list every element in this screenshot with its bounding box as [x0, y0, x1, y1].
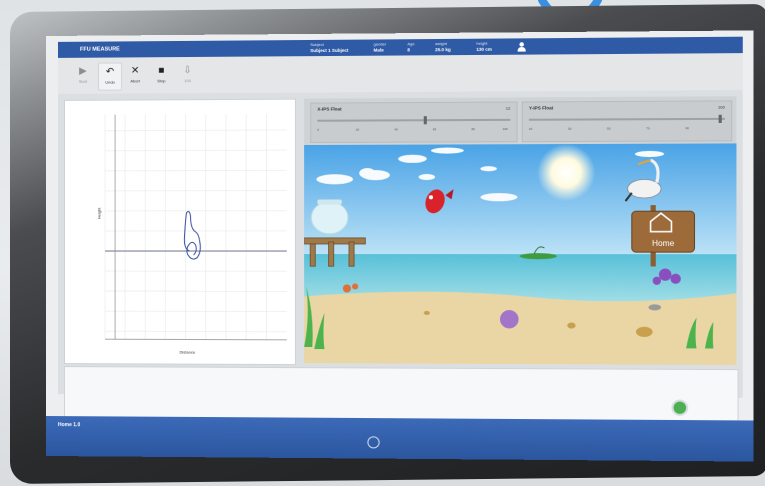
sun-icon: [537, 143, 596, 202]
monitor-screen: FFU MEASURE Subject Subject 1 Subject ge…: [46, 30, 754, 462]
stop-icon: ■: [158, 65, 165, 77]
x-float-track[interactable]: [317, 118, 511, 122]
y-float-ticks: 10 30 50 70 90: [528, 126, 689, 131]
info-height-value: 130 cm: [476, 46, 492, 52]
info-subject-label: Subject: [310, 41, 324, 48]
feedback-area: [63, 366, 739, 423]
x-axis-label: Distance: [179, 349, 196, 355]
graph-panel: Distance Height: [63, 98, 296, 366]
y-float-slider[interactable]: Y-IPS Float 100 10 30 50 70 90: [521, 100, 733, 143]
info-weight-label: weight: [435, 40, 447, 47]
close-icon: ✕: [130, 65, 140, 77]
x-float-title: X-IPS Float: [317, 106, 342, 112]
content-area: Distance Height X-IPS Float 12 0 20 40 6…: [57, 90, 743, 423]
y-float-title: Y-IPS Float: [528, 105, 554, 111]
info-gender-label: gender: [373, 41, 387, 47]
abort-button[interactable]: ✕ Abort: [124, 62, 146, 88]
extra-label: 100: [184, 78, 191, 84]
info-height: height 130 cm: [476, 41, 492, 53]
info-height-label: height: [476, 40, 488, 46]
game-scene: Home: [304, 143, 737, 365]
info-subject: Subject Subject 1 Subject: [310, 42, 348, 54]
go-button[interactable]: [671, 399, 689, 416]
trajectory-plot: [65, 100, 295, 364]
start-button[interactable]: ▶ Start: [72, 63, 94, 89]
home-button[interactable]: [367, 436, 380, 449]
stop-button[interactable]: ■ Stop: [150, 62, 172, 88]
undo-label: Undo: [105, 79, 115, 85]
y-float-value: 100: [717, 104, 725, 110]
status-bar: Home 1.0: [46, 399, 754, 462]
trajectory-line: [184, 211, 200, 259]
info-age-label: Age: [407, 41, 415, 47]
info-gender-value: Male: [373, 47, 384, 53]
x-float-ticks: 0 20 40 60 80 100: [317, 126, 508, 132]
info-gender: gender Male: [374, 41, 387, 53]
version-label: Home 1.0: [57, 422, 81, 429]
info-weight: weight 25.0 kg: [435, 41, 451, 53]
pin-icon: ⇩: [183, 65, 192, 77]
user-icon[interactable]: [517, 41, 527, 52]
undo-icon: ↶: [105, 66, 115, 78]
play-icon: ▶: [79, 65, 87, 77]
undo-button[interactable]: ↶ Undo: [98, 62, 123, 91]
stop-label: Stop: [157, 78, 166, 84]
info-age-value: 8: [407, 47, 410, 53]
x-axis: [105, 339, 287, 340]
y-float-thumb[interactable]: [718, 114, 722, 123]
info-weight-value: 25.0 kg: [435, 47, 451, 53]
info-subject-value: Subject 1 Subject: [310, 47, 349, 54]
home-sign-text: Home: [652, 239, 675, 248]
x-float-thumb[interactable]: [423, 116, 427, 125]
abort-label: Abort: [130, 78, 140, 84]
sand: [304, 291, 737, 365]
y-axis-label: Height: [96, 207, 102, 220]
grid: [105, 114, 287, 340]
app-title: FFU MEASURE: [79, 46, 120, 53]
x-float-slider[interactable]: X-IPS Float 12 0 20 40 60 80 100: [310, 101, 518, 143]
extra-button[interactable]: ⇩ 100: [176, 62, 198, 88]
start-label: Start: [78, 78, 88, 84]
game-panel: X-IPS Float 12 0 20 40 60 80 100 Y-IPS F…: [304, 96, 737, 365]
toolbar: ▶ Start ↶ Undo ✕ Abort ■ Stop ⇩ 100: [57, 53, 743, 95]
y-float-track[interactable]: [528, 117, 725, 121]
info-age: Age 8: [407, 41, 414, 53]
x-float-value: 12: [505, 105, 511, 111]
